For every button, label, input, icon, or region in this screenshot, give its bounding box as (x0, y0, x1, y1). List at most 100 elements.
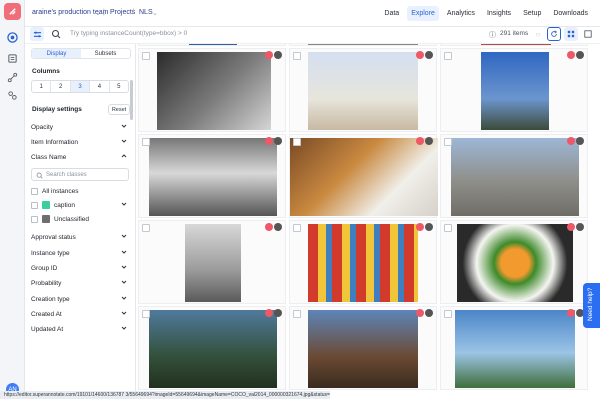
tab-data[interactable]: Data (380, 6, 403, 21)
image-thumbnail[interactable] (308, 224, 418, 302)
image-card[interactable] (138, 220, 286, 304)
class-unclassified-option[interactable]: Unclassified (31, 213, 129, 225)
tab-downloads[interactable]: Downloads (549, 6, 592, 21)
image-thumbnail[interactable] (185, 224, 241, 302)
image-thumbnail[interactable] (149, 138, 277, 216)
opacity-setting[interactable]: Opacity (31, 121, 129, 133)
image-thumbnail[interactable] (451, 138, 579, 216)
instance-type-setting[interactable]: Instance type (31, 247, 129, 259)
tab-subsets[interactable]: Subsets (81, 49, 130, 58)
query-input[interactable]: Try typing instanceCount(type=bbox) > 0 (70, 30, 187, 37)
chevron-down-icon[interactable]: ⌄ (152, 9, 158, 17)
column-option-1[interactable]: 1 (32, 81, 52, 92)
image-card[interactable] (138, 306, 286, 390)
creation-type-setting[interactable]: Creation type (31, 293, 129, 305)
select-checkbox[interactable] (444, 138, 452, 146)
info-icon[interactable] (274, 309, 282, 317)
refresh-button[interactable] (547, 27, 561, 41)
breadcrumb-project[interactable]: NLS (139, 9, 153, 16)
info-icon[interactable] (425, 137, 433, 145)
image-card[interactable] (138, 134, 286, 218)
select-checkbox[interactable] (142, 224, 150, 232)
select-checkbox[interactable] (444, 52, 452, 60)
group-id-setting[interactable]: Group ID (31, 262, 129, 274)
select-checkbox[interactable] (293, 310, 301, 318)
image-thumbnail[interactable] (149, 310, 277, 388)
layers-icon[interactable] (6, 31, 19, 44)
image-card[interactable] (440, 44, 588, 46)
image-card[interactable] (289, 48, 437, 132)
tab-explore[interactable]: Explore (407, 6, 439, 21)
image-card[interactable] (138, 48, 286, 132)
select-checkbox[interactable] (293, 224, 301, 232)
caption-checkbox[interactable] (31, 201, 38, 209)
select-checkbox[interactable] (142, 310, 150, 318)
image-card[interactable] (289, 220, 437, 304)
tab-display[interactable]: Display (32, 49, 81, 58)
all-instances-checkbox[interactable] (31, 187, 38, 195)
info-icon[interactable] (576, 51, 584, 59)
image-thumbnail[interactable] (481, 44, 551, 45)
select-checkbox[interactable] (142, 52, 150, 60)
column-option-2[interactable]: 2 (51, 81, 71, 92)
info-icon[interactable] (274, 137, 282, 145)
item-information-setting[interactable]: Item Information (31, 136, 129, 148)
workflow-icon[interactable] (6, 71, 19, 84)
image-card[interactable] (289, 44, 437, 46)
all-instances-option[interactable]: All instances (31, 185, 129, 197)
filter-toggle-button[interactable] (30, 27, 44, 41)
chevron-down-icon[interactable] (121, 201, 127, 209)
probability-setting[interactable]: Probability (31, 277, 129, 289)
image-card[interactable] (440, 134, 588, 218)
need-help-button[interactable]: Need help? (583, 283, 600, 328)
image-thumbnail[interactable] (290, 138, 438, 216)
info-icon[interactable] (425, 223, 433, 231)
chevron-down-icon[interactable]: ⌄ (95, 9, 101, 17)
select-checkbox[interactable] (293, 52, 301, 60)
image-card[interactable] (440, 48, 588, 132)
image-thumbnail[interactable] (457, 224, 573, 302)
grid-view-button[interactable] (564, 27, 578, 41)
image-thumbnail[interactable] (157, 52, 271, 130)
created-at-setting[interactable]: Created At (31, 308, 129, 320)
select-checkbox[interactable] (142, 138, 150, 146)
image-thumbnail[interactable] (481, 52, 549, 130)
info-icon[interactable] (274, 223, 282, 231)
circle-icon[interactable]: ○ (531, 27, 545, 41)
image-thumbnail[interactable] (308, 310, 418, 388)
select-checkbox[interactable] (293, 138, 301, 146)
info-icon[interactable] (576, 137, 584, 145)
tab-setup[interactable]: Setup (519, 6, 545, 21)
app-logo[interactable] (4, 3, 21, 20)
image-card[interactable] (440, 220, 588, 304)
team-icon[interactable] (6, 89, 19, 102)
image-thumbnail[interactable] (308, 52, 418, 130)
updated-at-setting[interactable]: Updated At (31, 323, 129, 335)
unclassified-checkbox[interactable] (31, 215, 38, 223)
column-option-5[interactable]: 5 (110, 81, 128, 92)
list-view-button[interactable] (581, 27, 595, 41)
select-checkbox[interactable] (444, 310, 452, 318)
info-icon[interactable] (576, 223, 584, 231)
info-icon[interactable] (274, 51, 282, 59)
image-card[interactable] (289, 306, 437, 390)
image-thumbnail[interactable] (189, 44, 237, 45)
panel-scrollbar[interactable] (130, 80, 133, 120)
list-icon[interactable] (6, 52, 19, 65)
class-name-setting[interactable]: Class Name (31, 151, 129, 163)
search-classes-input[interactable]: Search classes (31, 168, 129, 181)
image-thumbnail[interactable] (455, 310, 575, 388)
image-card[interactable] (289, 134, 438, 218)
query-search-icon[interactable] (49, 27, 63, 41)
approval-status-setting[interactable]: Approval status (31, 231, 129, 243)
class-caption-option[interactable]: caption (31, 199, 129, 211)
image-card[interactable] (138, 44, 286, 46)
column-option-4[interactable]: 4 (90, 81, 110, 92)
select-checkbox[interactable] (444, 224, 452, 232)
info-icon[interactable] (425, 51, 433, 59)
tab-insights[interactable]: Insights (483, 6, 515, 21)
tab-analytics[interactable]: Analytics (443, 6, 479, 21)
column-option-3[interactable]: 3 (70, 81, 91, 92)
image-card[interactable] (440, 306, 588, 390)
reset-button[interactable]: Reset (108, 104, 130, 115)
